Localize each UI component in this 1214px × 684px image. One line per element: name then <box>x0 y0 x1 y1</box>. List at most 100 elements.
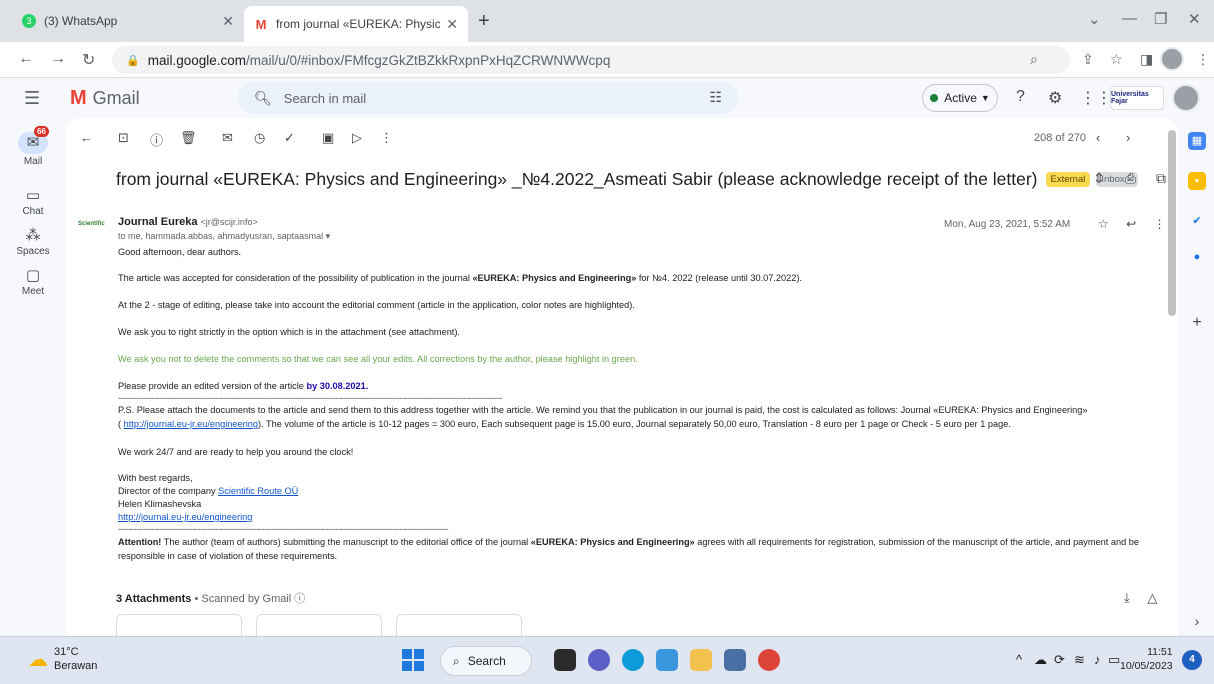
chrome-icon[interactable] <box>758 649 780 671</box>
add-to-tasks-icon[interactable]: ✓ <box>284 130 295 146</box>
tab-gmail[interactable]: M from journal «EUREKA: Physics an ✕ <box>244 6 468 42</box>
contacts-icon[interactable]: ● <box>1188 248 1206 266</box>
rail-label: Mail <box>23 156 43 167</box>
notification-badge[interactable]: 4 <box>1182 650 1202 670</box>
chevron-down-icon[interactable]: ⌄ <box>1088 10 1101 28</box>
older-icon[interactable]: › <box>1126 130 1130 145</box>
attachment-thumbnail[interactable] <box>396 614 522 636</box>
url-path: /mail/u/0/#inbox/FMfcgzGkZtBZkkRxpnPxHqZ… <box>246 52 611 68</box>
main-menu-icon[interactable]: ☰ <box>24 88 40 109</box>
attachment-thumbnail[interactable] <box>256 614 382 636</box>
add-addon-icon[interactable]: + <box>1188 314 1206 332</box>
print-icon[interactable]: ⎙ <box>1125 170 1136 186</box>
bookmark-star-icon[interactable]: ☆ <box>1110 51 1123 68</box>
reload-button[interactable]: ↻ <box>82 50 95 70</box>
system-clock[interactable]: 11:51 10/05/2023 <box>1120 645 1173 673</box>
recipients[interactable]: to me, hammada.abbas, ahmadyusran, sapta… <box>118 231 330 242</box>
more-options-icon[interactable]: ⋮ <box>1154 217 1166 231</box>
menu-kebab-icon[interactable]: ⋮ <box>1196 51 1210 68</box>
cloud-icon[interactable]: ☁ <box>1034 652 1047 668</box>
delete-icon[interactable]: 🗑︎ <box>180 130 197 146</box>
sender-logo: Scientific <box>78 221 105 227</box>
task-view-icon[interactable] <box>554 649 576 671</box>
move-to-icon[interactable]: ▣ <box>322 130 334 146</box>
share-icon[interactable]: ⇪ <box>1082 51 1094 68</box>
label-icon[interactable]: ▷ <box>352 130 362 146</box>
battery-icon[interactable]: ▭ <box>1108 652 1120 668</box>
back-button[interactable]: ← <box>18 50 34 68</box>
attachment-thumbnail[interactable] <box>116 614 242 636</box>
scrollbar[interactable] <box>1168 130 1176 316</box>
taskbar-search[interactable]: ⌕ Search <box>440 646 532 676</box>
file-explorer-icon[interactable] <box>690 649 712 671</box>
apps-grid-icon[interactable]: ⋮⋮ <box>1080 88 1112 108</box>
mark-unread-icon[interactable]: ✉ <box>222 130 233 146</box>
sender-name: Journal Eureka <box>118 216 198 228</box>
start-button[interactable] <box>402 649 424 671</box>
camera-icon[interactable] <box>724 649 746 671</box>
email-date: Mon, Aug 23, 2021, 5:52 AM <box>944 219 1071 230</box>
sync-icon[interactable]: ⟳ <box>1054 652 1065 668</box>
rail-item-spaces[interactable]: ⁂ Spaces <box>0 226 66 257</box>
company-link[interactable]: Scientific Route OÜ <box>218 486 298 496</box>
attention-text: Attention! The author (team of authors) … <box>118 537 1139 547</box>
back-to-inbox-icon[interactable]: ← <box>80 130 93 145</box>
close-tab-icon[interactable]: ✕ <box>222 13 234 30</box>
tasks-icon[interactable]: ✔ <box>1188 212 1206 230</box>
restore-button[interactable]: ❐ <box>1154 10 1167 28</box>
teams-icon[interactable] <box>588 649 610 671</box>
edge-icon[interactable] <box>622 649 644 671</box>
star-icon[interactable]: ☆ <box>1098 217 1109 231</box>
attachments-header: 3 Attachments • Scanned by Gmail ⓘ <box>116 590 305 606</box>
new-tab-button[interactable]: + <box>478 10 490 33</box>
forward-button[interactable]: → <box>50 50 66 68</box>
archive-icon[interactable]: ⊡ <box>118 130 129 146</box>
close-tab-icon[interactable]: ✕ <box>446 16 458 33</box>
side-panel: ▦ ▪ ✔ ● + › <box>1180 118 1214 636</box>
message-actions: ☆ ↩ ⋮ <box>1084 217 1166 231</box>
search-options-icon[interactable]: ☷ <box>709 89 722 106</box>
lock-icon: 🔒 <box>126 54 140 67</box>
settings-gear-icon[interactable]: ⚙ <box>1048 88 1062 108</box>
zoom-icon[interactable]: ⌕ <box>1030 51 1038 68</box>
minimize-button[interactable]: — <box>1122 10 1137 27</box>
url-field[interactable]: 🔒 mail.google.com/mail/u/0/#inbox/FMfcgz… <box>112 46 1070 74</box>
status-button[interactable]: Active ▼ <box>922 84 998 112</box>
body-text: ( http://journal.eu-jr.eu/engineering). … <box>118 419 1011 429</box>
rail-item-chat[interactable]: ▭ Chat <box>0 186 66 217</box>
search-input[interactable]: 🔍︎ Search in mail ☷ <box>238 82 738 114</box>
newer-icon[interactable]: ‹ <box>1096 130 1100 145</box>
sender-address: <jr@scijr.info> <box>200 217 258 227</box>
profile-avatar[interactable] <box>1160 47 1184 71</box>
report-spam-icon[interactable]: ⓘ <box>150 130 163 149</box>
help-icon[interactable]: ? <box>1016 88 1025 106</box>
body-text-green: We ask you not to delete the comments so… <box>118 354 638 364</box>
account-avatar[interactable] <box>1172 84 1200 112</box>
tab-whatsapp[interactable]: 3 (3) WhatsApp ✕ <box>12 6 244 36</box>
expand-all-icon[interactable]: ⇕ <box>1093 170 1105 186</box>
expand-panel-icon[interactable]: › <box>1188 612 1206 630</box>
volume-icon[interactable]: ♪ <box>1094 652 1101 667</box>
gmail-m-icon: M <box>70 87 87 109</box>
tray-chevron-icon[interactable]: ^ <box>1016 652 1022 667</box>
journal-link[interactable]: http://journal.eu-jr.eu/engineering <box>124 419 258 429</box>
store-icon[interactable] <box>656 649 678 671</box>
save-to-drive-icon[interactable]: △ <box>1147 590 1157 605</box>
keep-icon[interactable]: ▪ <box>1188 172 1206 190</box>
close-window-button[interactable]: ✕ <box>1188 10 1201 28</box>
rail-item-meet[interactable]: ▢ Meet <box>0 266 66 297</box>
signature-line: Director of the company Scientific Route… <box>118 486 299 496</box>
side-panel-icon[interactable]: ◨ <box>1140 51 1153 68</box>
calendar-icon[interactable]: ▦ <box>1188 132 1206 150</box>
weather-widget[interactable]: ☁ 31°C Berawan <box>28 645 97 673</box>
download-all-icon[interactable]: ⤓ <box>1124 590 1130 605</box>
gmail-header: ☰ M Gmail 🔍︎ Search in mail ☷ Active ▼ ?… <box>0 78 1214 118</box>
more-icon[interactable]: ⋮ <box>380 130 393 146</box>
gmail-logo[interactable]: M Gmail <box>70 87 140 110</box>
new-window-icon[interactable]: ⧉ <box>1156 170 1166 186</box>
reply-icon[interactable]: ↩ <box>1126 217 1136 231</box>
rail-item-mail[interactable]: ✉ 66 Mail <box>0 126 66 167</box>
wifi-icon[interactable]: ≋ <box>1074 652 1085 668</box>
snooze-icon[interactable]: ◷ <box>254 130 265 146</box>
search-icon[interactable]: 🔍︎ <box>254 90 272 107</box>
